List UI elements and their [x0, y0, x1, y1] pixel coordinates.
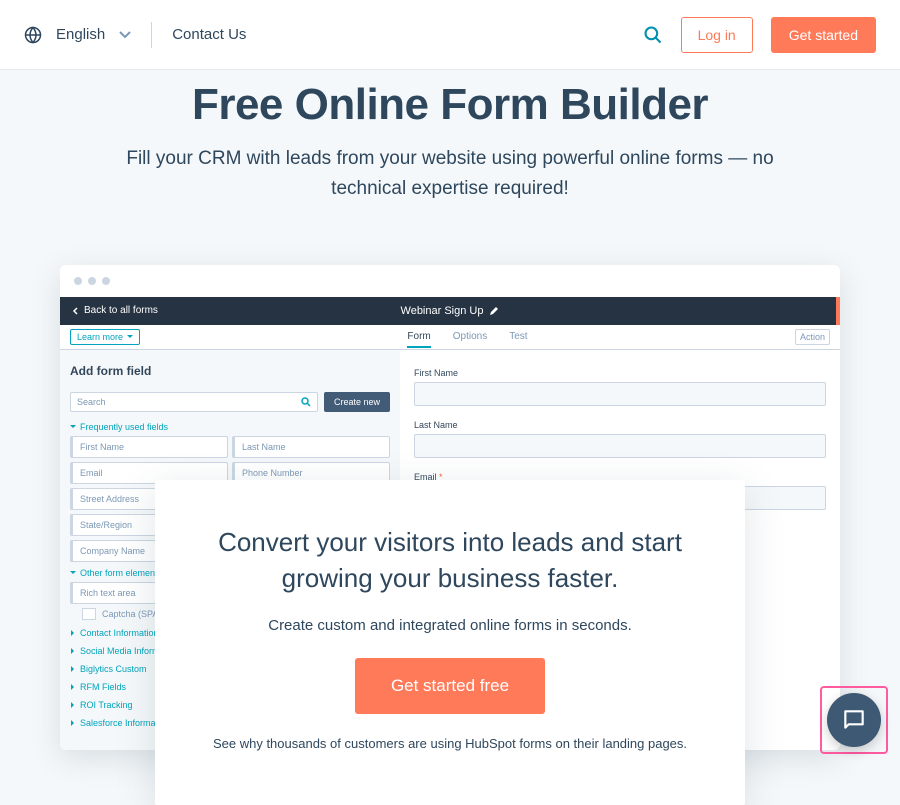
tab-options[interactable]: Options — [453, 331, 487, 343]
language-selector[interactable]: English — [24, 26, 131, 44]
field-first-name[interactable]: First Name — [70, 436, 228, 458]
input-last-name[interactable] — [414, 434, 826, 458]
get-started-free-button[interactable]: Get started free — [355, 658, 545, 714]
pencil-icon — [489, 306, 499, 316]
field-search-input[interactable]: Search — [70, 392, 318, 412]
back-link[interactable]: Back to all forms — [72, 305, 158, 316]
hero-title: Free Online Form Builder — [40, 80, 860, 130]
accent-strip — [836, 297, 840, 325]
cta-heading: Convert your visitors into leads and sta… — [199, 524, 701, 597]
tab-test[interactable]: Test — [509, 331, 527, 343]
label-first-name: First Name — [414, 368, 826, 378]
caret-right-icon — [70, 684, 76, 690]
search-icon[interactable] — [643, 25, 663, 45]
chat-widget[interactable] — [824, 690, 884, 750]
action-button[interactable]: Action — [795, 329, 830, 345]
hero-section: Free Online Form Builder Fill your CRM w… — [0, 70, 900, 235]
tab-form[interactable]: Form — [407, 331, 430, 348]
form-block-first-name: First Name — [414, 368, 826, 406]
app-header: Back to all forms Webinar Sign Up — [60, 297, 840, 325]
globe-icon — [24, 26, 42, 44]
caret-right-icon — [70, 648, 76, 654]
captcha-checkbox[interactable] — [82, 608, 96, 620]
cta-card: Convert your visitors into leads and sta… — [155, 480, 745, 805]
create-new-button[interactable]: Create new — [324, 392, 390, 412]
caret-right-icon — [70, 720, 76, 726]
cta-sub1: Create custom and integrated online form… — [199, 617, 701, 634]
search-row: Search Create new — [70, 392, 390, 412]
caret-right-icon — [70, 702, 76, 708]
contact-link[interactable]: Contact Us — [172, 26, 246, 43]
caret-down-icon — [127, 334, 133, 340]
caret-right-icon — [70, 666, 76, 672]
input-first-name[interactable] — [414, 382, 826, 406]
panel-heading: Add form field — [70, 364, 390, 378]
get-started-button[interactable]: Get started — [771, 17, 876, 53]
chat-button[interactable] — [827, 693, 881, 747]
secondary-bar: Learn more Form Options Test Action — [60, 325, 840, 350]
chevron-left-icon — [72, 307, 80, 315]
cta-sub2: See why thousands of customers are using… — [199, 736, 701, 751]
learn-more-button[interactable]: Learn more — [70, 329, 140, 345]
caret-right-icon — [70, 630, 76, 636]
topbar-left: English Contact Us — [24, 22, 246, 48]
field-last-name[interactable]: Last Name — [232, 436, 390, 458]
caret-down-icon — [70, 570, 76, 576]
caret-down-icon — [70, 424, 76, 430]
login-button[interactable]: Log in — [681, 17, 753, 53]
language-label: English — [56, 26, 105, 43]
chevron-down-icon — [119, 29, 131, 41]
form-block-last-name: Last Name — [414, 420, 826, 458]
chat-icon — [841, 707, 867, 733]
search-small-icon — [301, 397, 311, 407]
label-last-name: Last Name — [414, 420, 826, 430]
group-frequently-used[interactable]: Frequently used fields — [70, 422, 390, 432]
top-navigation: English Contact Us Log in Get started — [0, 0, 900, 70]
divider — [151, 22, 152, 48]
topbar-right: Log in Get started — [643, 17, 876, 53]
tabs: Form Options Test — [407, 331, 527, 343]
hero-subtitle: Fill your CRM with leads from your websi… — [90, 144, 810, 205]
app-title[interactable]: Webinar Sign Up — [401, 305, 500, 317]
browser-controls — [60, 265, 840, 297]
